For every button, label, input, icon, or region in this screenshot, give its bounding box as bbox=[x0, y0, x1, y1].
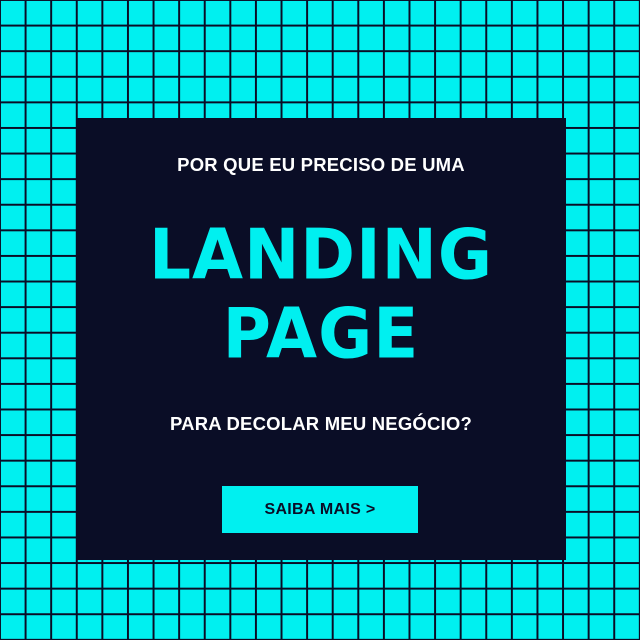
headline-landing: LANDING bbox=[148, 213, 494, 296]
headline-page: PAGE bbox=[222, 292, 420, 375]
promo-card: POR QUE EU PRECISO DE UMA LANDING PAGE P… bbox=[76, 118, 566, 560]
question-text: PARA DECOLAR MEU NEGÓCIO? bbox=[169, 413, 473, 434]
intro-text: POR QUE EU PRECISO DE UMA bbox=[177, 154, 465, 175]
saiba-mais-button[interactable]: SAIBA MAIS > bbox=[222, 486, 418, 533]
